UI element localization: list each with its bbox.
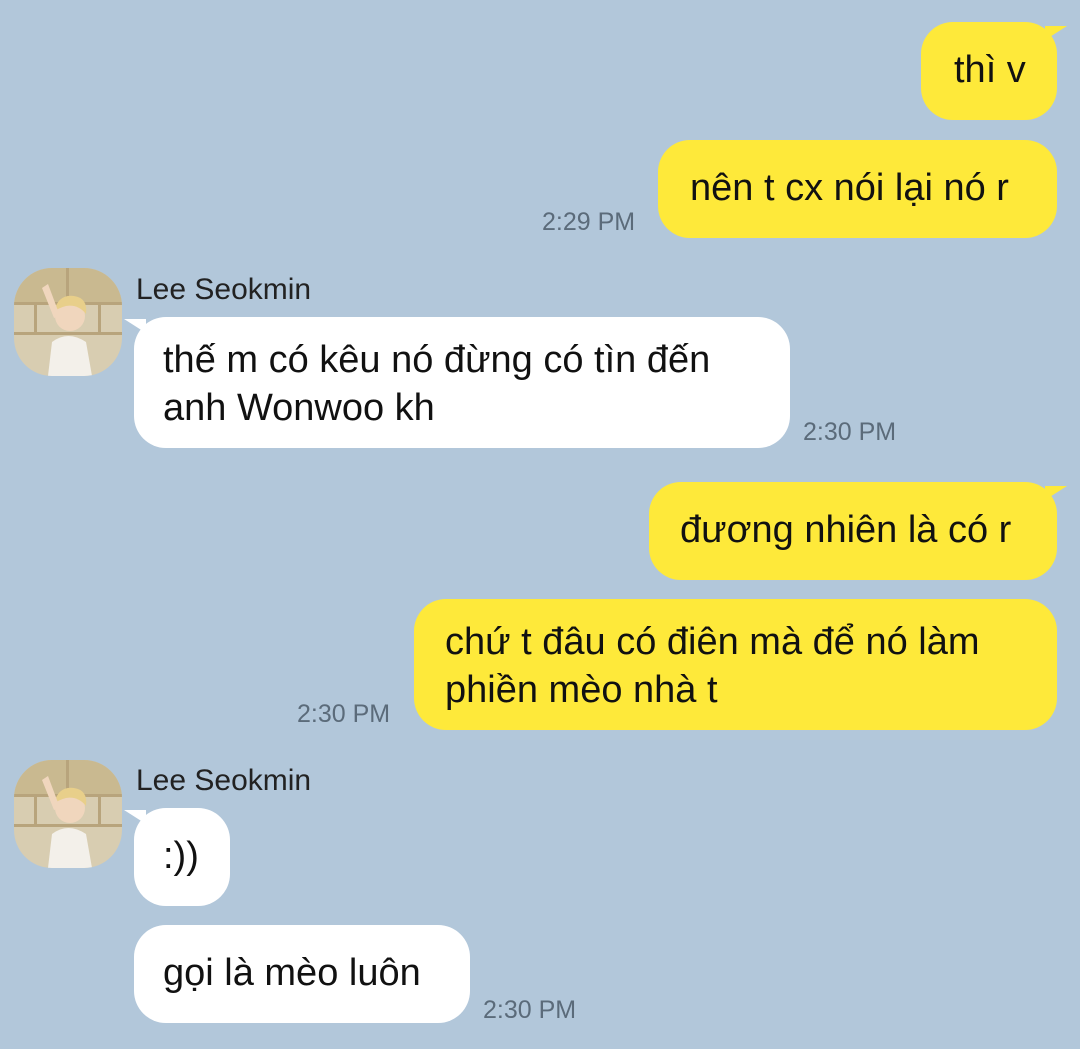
outgoing-message-bubble[interactable]: nên t cx nói lại nó r	[658, 140, 1057, 238]
message-timestamp: 2:29 PM	[542, 208, 636, 236]
message-line: chứ t đâu có điên mà để nó làm	[445, 621, 980, 663]
message-timestamp: 2:30 PM	[483, 996, 577, 1024]
sender-name: Lee Seokmin	[136, 273, 312, 306]
chat-view[interactable]: thì v nên t cx nói lại nó r 2:29 PM Lee …	[0, 0, 1080, 1049]
incoming-message-bubble[interactable]: thế m có kêu nó đừng có tìn đến anh Wonw…	[124, 317, 790, 448]
avatar-photo	[14, 268, 122, 376]
message-line: anh Wonwoo kh	[163, 387, 435, 429]
incoming-message-bubble[interactable]: :))	[124, 808, 230, 906]
message-text: đương nhiên là có r	[680, 509, 1012, 551]
contact-avatar[interactable]	[14, 268, 122, 376]
message-line: phiền mèo nhà t	[445, 669, 718, 711]
message-timestamp: 2:30 PM	[803, 418, 897, 446]
message-text: :))	[163, 835, 199, 877]
avatar-photo	[14, 760, 122, 868]
outgoing-message-bubble[interactable]: chứ t đâu có điên mà để nó làm phiền mèo…	[414, 599, 1057, 730]
contact-avatar[interactable]	[14, 760, 122, 868]
incoming-message-bubble[interactable]: gọi là mèo luôn	[134, 925, 470, 1023]
outgoing-message-bubble[interactable]: thì v	[921, 22, 1067, 120]
message-text: thì v	[954, 49, 1026, 91]
message-text: nên t cx nói lại nó r	[690, 167, 1009, 209]
message-timestamp: 2:30 PM	[297, 700, 391, 728]
message-text: gọi là mèo luôn	[163, 952, 421, 994]
outgoing-message-bubble[interactable]: đương nhiên là có r	[649, 482, 1067, 580]
sender-name: Lee Seokmin	[136, 764, 312, 797]
message-line: thế m có kêu nó đừng có tìn đến	[163, 339, 711, 381]
